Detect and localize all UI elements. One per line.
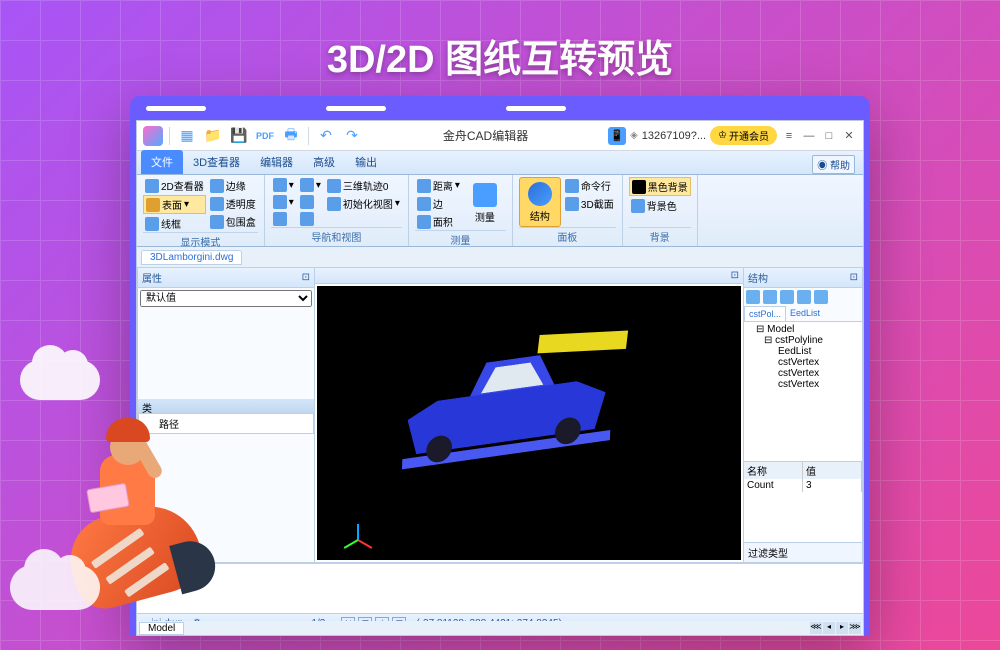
struct-tool1-icon[interactable]	[746, 290, 760, 304]
browser-tab	[506, 106, 566, 111]
cloud-icon	[20, 360, 100, 400]
properties-default-select[interactable]: 默认值	[140, 290, 312, 307]
pdf-icon[interactable]: PDF	[254, 125, 276, 147]
ribbon-zoom2[interactable]	[298, 194, 323, 210]
properties-close-icon[interactable]: ⊡	[302, 272, 310, 283]
browser-window: ▦ 📁 💾 PDF 🖶 ↶ ↷ 金舟CAD编辑器 📱 ◈ 13267109?..…	[130, 96, 870, 636]
ribbon-tab-editor[interactable]: 编辑器	[250, 150, 303, 174]
minimize-button[interactable]: —	[801, 130, 817, 142]
diamond-icon: ◈	[630, 130, 638, 141]
ribbon-nav-tool3[interactable]	[271, 211, 296, 227]
structure-grid: 名称 值 Count 3	[744, 461, 862, 542]
help-button[interactable]: ◉ 帮助	[812, 155, 855, 174]
struct-tool5-icon[interactable]	[814, 290, 828, 304]
cad-app-window: ▦ 📁 💾 PDF 🖶 ↶ ↷ 金舟CAD编辑器 📱 ◈ 13267109?..…	[136, 120, 864, 636]
ribbon-group-display-label: 显示模式	[143, 232, 258, 249]
ribbon-nav-tool1[interactable]: ▾	[271, 177, 296, 193]
struct-tool4-icon[interactable]	[797, 290, 811, 304]
ribbon-zoom3[interactable]	[298, 211, 323, 227]
cloud-icon	[10, 565, 100, 610]
axis-gizmo-icon	[337, 500, 377, 540]
viewport-nav-prev-icon[interactable]: ◂	[823, 622, 835, 634]
open-icon[interactable]: 📁	[202, 125, 224, 147]
phone-number: 13267109?...	[642, 130, 706, 142]
structure-toolbar	[744, 288, 862, 306]
ribbon-cmdline[interactable]: 命令行	[563, 177, 616, 194]
vip-button[interactable]: ♔开通会员	[710, 126, 777, 145]
app-title: 金舟CAD编辑器	[367, 127, 604, 144]
ribbon-tab-advanced[interactable]: 高级	[303, 150, 345, 174]
ribbon-group-nav-label: 导航和视图	[271, 227, 402, 244]
viewport-model-tab[interactable]: Model	[139, 622, 184, 635]
ribbon-measure-big[interactable]: 测量	[464, 177, 506, 230]
undo-icon[interactable]: ↶	[315, 125, 337, 147]
close-button[interactable]: ✕	[841, 129, 857, 142]
doc-tab-bar: 3DLamborgini.dwg	[137, 247, 863, 267]
command-area[interactable]	[137, 563, 863, 613]
ribbon-initview[interactable]: 初始化视图▾	[325, 195, 402, 212]
viewport-panel: ⊡	[315, 267, 743, 563]
ribbon-group-panel-label: 面板	[519, 227, 616, 244]
viewport-nav-first-icon[interactable]: ⋘	[810, 622, 822, 634]
ribbon-group-bg-label: 背景	[629, 227, 691, 244]
settings-icon[interactable]: ≡	[781, 130, 797, 142]
redo-icon[interactable]: ↷	[341, 125, 363, 147]
grid-header-value: 值	[803, 462, 862, 479]
ribbon-2dviewer[interactable]: 2D查看器	[143, 177, 206, 194]
browser-tab	[146, 106, 206, 111]
ribbon-bgcolor[interactable]: 背景色	[629, 197, 691, 214]
grid-cell-value: 3	[803, 479, 862, 492]
ribbon-distance[interactable]: 距离▾	[415, 177, 462, 194]
struct-tab-cstpol[interactable]: cstPol...	[744, 306, 786, 321]
ribbon-edge[interactable]: 边	[415, 195, 462, 212]
character-illustration	[30, 380, 230, 620]
grid-cell-name: Count	[744, 479, 803, 492]
maximize-button[interactable]: □	[821, 130, 837, 142]
ribbon-zoom[interactable]: ▾	[298, 177, 323, 193]
structure-title: 结构	[748, 270, 768, 285]
browser-tab	[326, 106, 386, 111]
print-icon[interactable]: 🖶	[280, 125, 302, 147]
ribbon-group-measure-label: 测量	[415, 230, 506, 247]
viewport-3d[interactable]	[317, 286, 741, 560]
ribbon-3dsection[interactable]: 3D截面	[563, 195, 616, 212]
structure-tree[interactable]: ⊟ Model ⊟ cstPolyline EedList cstVertex …	[744, 322, 862, 461]
ribbon-3dtrack[interactable]: 三维轨迹0	[325, 177, 402, 194]
ribbon-body: 2D查看器 表面 ▾ 线框 边缘 透明度 包围盒 显示模式 ▾	[137, 175, 863, 247]
ribbon-tab-file[interactable]: 文件	[141, 150, 183, 174]
viewport-tab-bar: Model ⋘ ◂ ▸ ⋙	[137, 621, 863, 635]
app-logo-icon	[143, 126, 163, 146]
save-icon[interactable]: 💾	[228, 125, 250, 147]
struct-tool2-icon[interactable]	[763, 290, 777, 304]
grid-header-name: 名称	[744, 462, 803, 479]
structure-close-icon[interactable]: ⊡	[850, 272, 858, 283]
viewport-pin-icon[interactable]: ⊡	[731, 270, 739, 281]
doc-tab[interactable]: 3DLamborgini.dwg	[141, 250, 242, 265]
properties-title: 属性	[142, 270, 162, 285]
ribbon-structure-big[interactable]: 结构	[519, 177, 561, 227]
structure-panel: 结构 ⊡ cstPol... EedList ⊟ Model ⊟ cstPolyl…	[743, 267, 863, 563]
ribbon-tab-3dviewer[interactable]: 3D查看器	[183, 150, 250, 174]
ribbon-area[interactable]: 面积	[415, 213, 462, 230]
banner-title: 3D/2D 图纸互转预览	[0, 0, 1000, 103]
ribbon-tab-output[interactable]: 输出	[345, 150, 387, 174]
ribbon-bbox[interactable]: 包围盒	[208, 213, 258, 230]
structure-filter: 过滤类型	[744, 542, 862, 562]
ribbon-blackbg[interactable]: 黑色背景	[629, 177, 691, 196]
ribbon-transparent[interactable]: 透明度	[208, 195, 258, 212]
viewport-nav-last-icon[interactable]: ⋙	[849, 622, 861, 634]
ribbon-nav-tool2[interactable]: ▾	[271, 194, 296, 210]
titlebar: ▦ 📁 💾 PDF 🖶 ↶ ↷ 金舟CAD编辑器 📱 ◈ 13267109?..…	[137, 121, 863, 151]
phone-icon: 📱	[608, 127, 626, 145]
ribbon-wireframe[interactable]: 线框	[143, 215, 206, 232]
ribbon-edges[interactable]: 边缘	[208, 177, 258, 194]
ribbon-surface[interactable]: 表面 ▾	[143, 195, 206, 214]
new-icon[interactable]: ▦	[176, 125, 198, 147]
viewport-nav-next-icon[interactable]: ▸	[836, 622, 848, 634]
struct-tab-eedlist[interactable]: EedList	[786, 306, 824, 321]
car-model	[396, 320, 618, 472]
struct-tool3-icon[interactable]	[780, 290, 794, 304]
ribbon-tabs: 文件 3D查看器 编辑器 高级 输出 ◉ 帮助	[137, 151, 863, 175]
